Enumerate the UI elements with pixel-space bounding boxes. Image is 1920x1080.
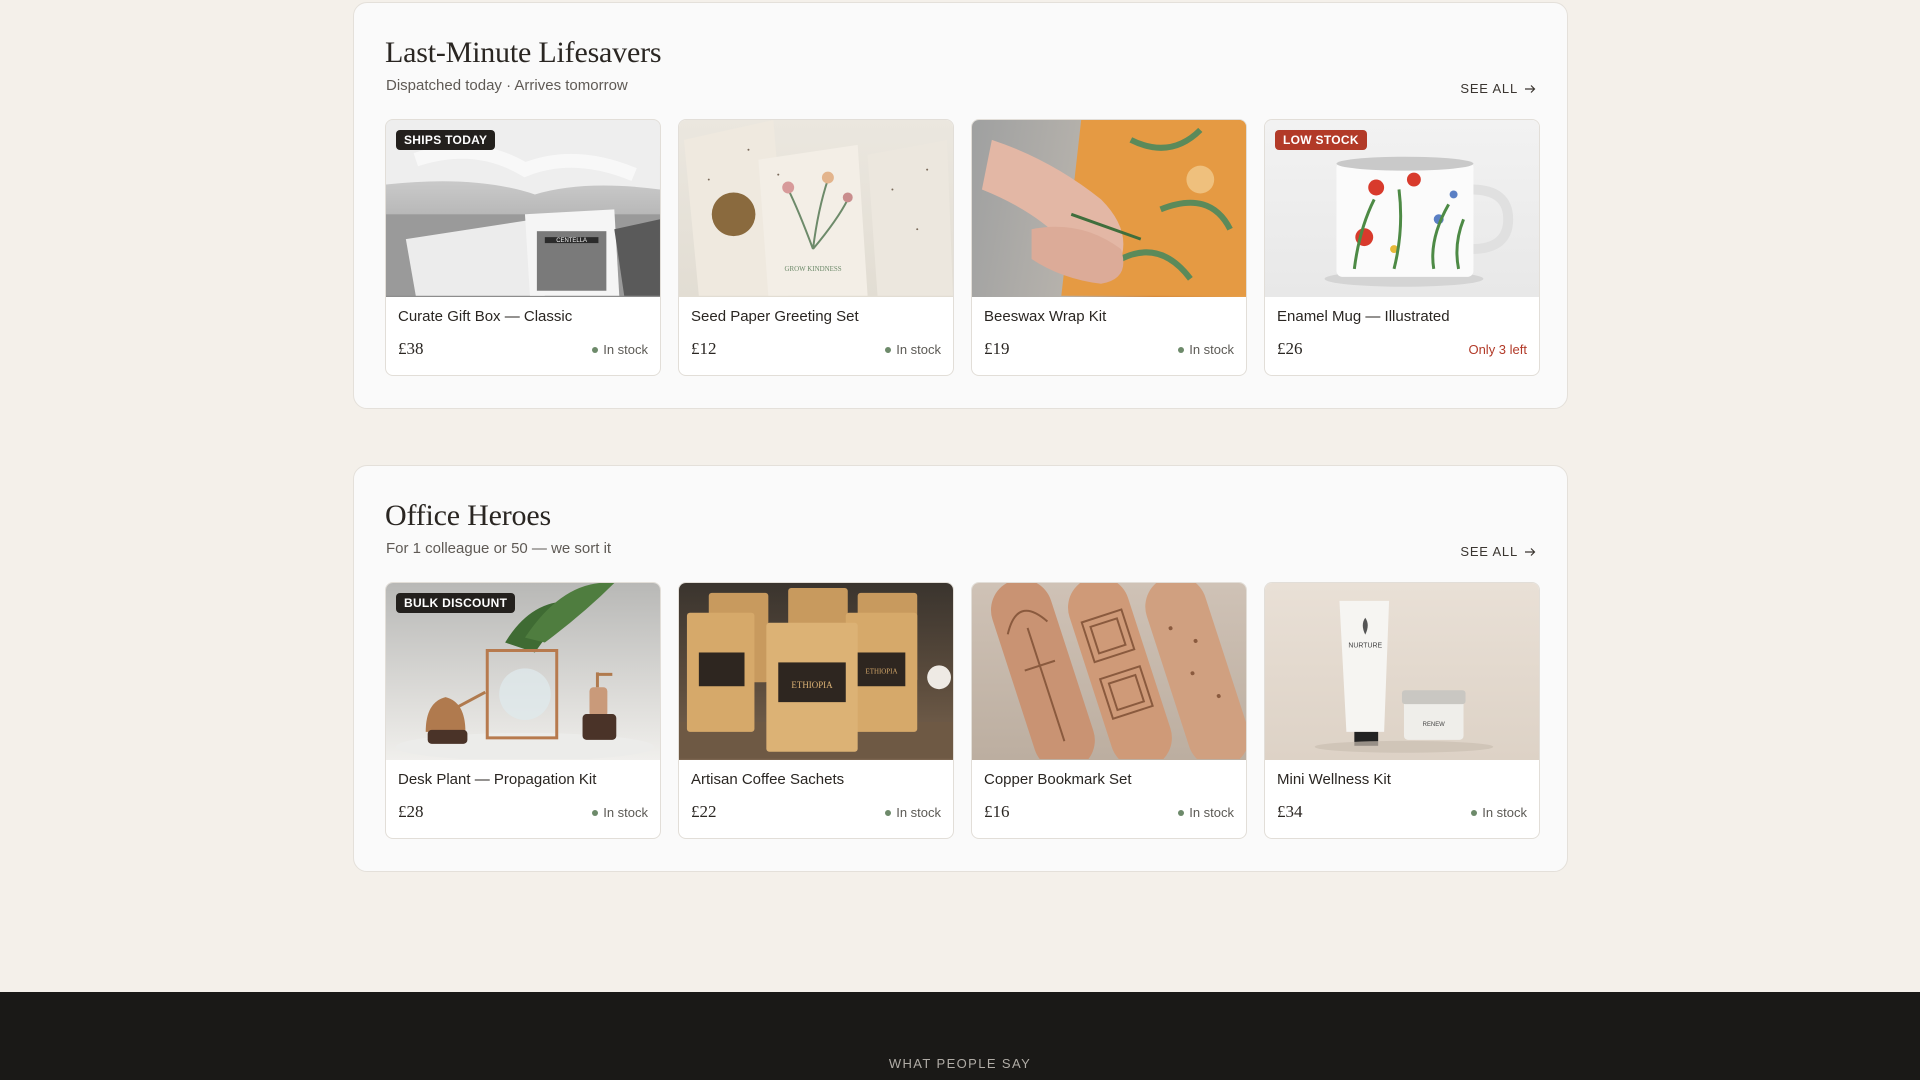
status-dot-icon (1178, 809, 1185, 816)
stock-label: In stock (603, 805, 648, 820)
product-price: £28 (398, 802, 424, 821)
product-price: £34 (1277, 802, 1303, 821)
status-dot-icon (1178, 346, 1185, 353)
stock-status-low: Only 3 left (1468, 342, 1527, 357)
product-name: Mini Wellness Kit (1277, 771, 1391, 788)
status-dot-icon (885, 809, 892, 816)
stock-label: In stock (603, 342, 648, 357)
stock-label: In stock (896, 342, 941, 357)
product-price: £19 (984, 339, 1010, 358)
badge-bulk-discount: BULK DISCOUNT (396, 593, 516, 613)
see-all-label: SEE ALL (1460, 81, 1518, 96)
badge-ships-today: SHIPS TODAY (396, 130, 496, 150)
product-card[interactable]: ETHIOPIA ETHIOPIA Artisan Coffee Sachets… (678, 582, 954, 839)
status-dot-icon (592, 809, 599, 816)
svg-text:ETHIOPIA: ETHIOPIA (866, 667, 898, 675)
product-name: Beeswax Wrap Kit (984, 308, 1107, 325)
see-all-label: SEE ALL (1460, 544, 1518, 559)
section-subtitle: For 1 colleague or 50 — we sort it (386, 540, 612, 557)
product-card[interactable]: Copper Bookmark Set £16 In stock (971, 582, 1247, 839)
section-title: Last-Minute Lifesavers (385, 36, 662, 69)
svg-text:NURTURE: NURTURE (1348, 643, 1382, 650)
product-card[interactable]: CENTELLA SHIPS TODAY Curate Gift Box — C… (385, 119, 661, 376)
product-name: Artisan Coffee Sachets (691, 771, 845, 788)
stock-status: In stock (592, 342, 648, 357)
product-card[interactable]: Beeswax Wrap Kit £19 In stock (971, 119, 1247, 376)
testimonials-section: WHAT PEOPLE SAY (0, 992, 1920, 1080)
svg-text:GROW KINDNESS: GROW KINDNESS (784, 265, 841, 273)
stock-status: In stock (592, 805, 648, 820)
section-office-heroes: Office Heroes For 1 colleague or 50 — we… (353, 465, 1568, 872)
stock-status: In stock (1178, 805, 1234, 820)
product-price: £22 (691, 802, 717, 821)
section-title: Office Heroes (385, 499, 551, 532)
product-card[interactable]: NURTURE RENEW Mini Wellness Kit £34 In s… (1264, 582, 1540, 839)
product-image-desk-plant: BULK DISCOUNT (386, 583, 660, 760)
stock-status: In stock (1178, 342, 1234, 357)
section-last-minute-lifesavers: Last-Minute Lifesavers Dispatched today … (353, 2, 1568, 409)
product-image-copper-bookmarks (972, 583, 1246, 760)
status-dot-icon (592, 346, 599, 353)
product-image-beeswax-wrap (972, 120, 1246, 297)
svg-text:RENEW: RENEW (1423, 722, 1445, 728)
stock-status: In stock (885, 805, 941, 820)
svg-text:CENTELLA: CENTELLA (556, 238, 587, 244)
product-card[interactable]: LOW STOCK Enamel Mug — Illustrated £26 O… (1264, 119, 1540, 376)
product-card[interactable]: BULK DISCOUNT Desk Plant — Propagation K… (385, 582, 661, 839)
stock-label: Only 3 left (1468, 342, 1527, 357)
stock-label: In stock (1189, 805, 1234, 820)
product-name: Enamel Mug — Illustrated (1277, 308, 1450, 325)
product-image-wellness-kit: NURTURE RENEW (1265, 583, 1539, 760)
see-all-link[interactable]: SEE ALL (1460, 81, 1536, 96)
product-name: Desk Plant — Propagation Kit (398, 771, 597, 788)
status-dot-icon (1471, 809, 1478, 816)
arrow-right-icon (1525, 84, 1536, 93)
product-price: £38 (398, 339, 424, 358)
product-image-coffee-sachets: ETHIOPIA ETHIOPIA (679, 583, 953, 760)
product-image-gift-box: CENTELLA SHIPS TODAY (386, 120, 660, 297)
stock-status: In stock (1471, 805, 1527, 820)
section-subtitle: Dispatched today · Arrives tomorrow (386, 77, 628, 94)
stock-label: In stock (896, 805, 941, 820)
product-name: Copper Bookmark Set (984, 771, 1132, 788)
product-name: Seed Paper Greeting Set (691, 308, 859, 325)
product-grid: BULK DISCOUNT Desk Plant — Propagation K… (385, 582, 1540, 839)
product-card[interactable]: GROW KINDNESS Seed Paper Greeting Set £1… (678, 119, 954, 376)
stock-status: In stock (885, 342, 941, 357)
product-price: £26 (1277, 339, 1303, 358)
status-dot-icon (885, 346, 892, 353)
product-name: Curate Gift Box — Classic (398, 308, 573, 325)
product-price: £12 (691, 339, 717, 358)
product-price: £16 (984, 802, 1010, 821)
badge-low-stock: LOW STOCK (1275, 130, 1367, 150)
product-image-enamel-mug: LOW STOCK (1265, 120, 1539, 297)
product-grid: CENTELLA SHIPS TODAY Curate Gift Box — C… (385, 119, 1540, 376)
see-all-link[interactable]: SEE ALL (1460, 544, 1536, 559)
svg-text:ETHIOPIA: ETHIOPIA (791, 680, 833, 690)
stock-label: In stock (1482, 805, 1527, 820)
testimonials-eyebrow: WHAT PEOPLE SAY (888, 1056, 1032, 1071)
product-image-greeting-cards: GROW KINDNESS (679, 120, 953, 297)
stock-label: In stock (1189, 342, 1234, 357)
arrow-right-icon (1525, 547, 1536, 556)
